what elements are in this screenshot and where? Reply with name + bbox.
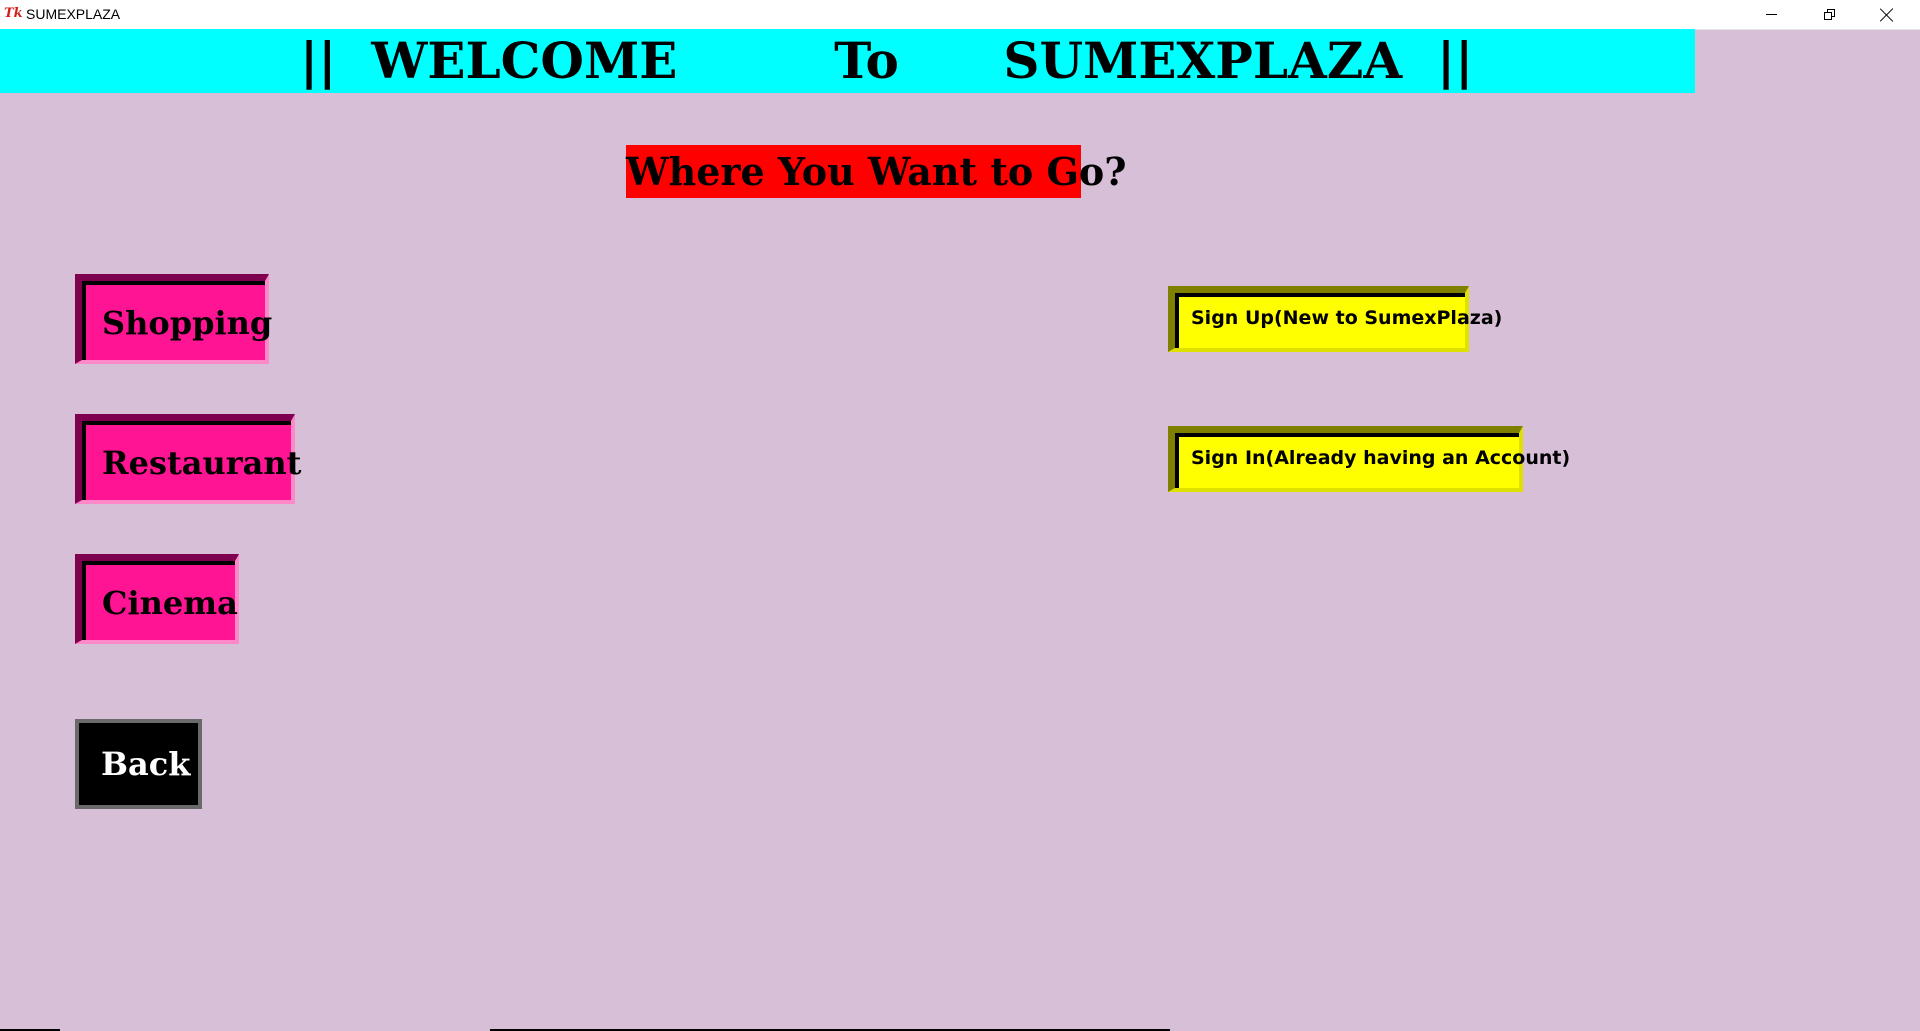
restore-icon [1823, 9, 1835, 20]
shopping-button[interactable]: Shopping [75, 274, 272, 364]
restaurant-button[interactable]: Restaurant [75, 414, 301, 504]
restore-button[interactable] [1800, 0, 1858, 29]
minimize-button[interactable] [1742, 0, 1800, 29]
close-button[interactable] [1858, 0, 1916, 29]
welcome-banner-text: || WELCOME To SUMEXPLAZA || [300, 31, 1474, 90]
window-titlebar: Tk SUMEXPLAZA [0, 0, 1920, 30]
sign-in-button[interactable]: Sign In(Already having an Account) [1168, 426, 1570, 492]
back-button[interactable]: Back [75, 719, 202, 809]
close-icon [1880, 8, 1894, 22]
welcome-banner: || WELCOME To SUMEXPLAZA || [0, 29, 1695, 93]
sign-up-button[interactable]: Sign Up(New to SumexPlaza) [1168, 286, 1502, 352]
minimize-icon [1765, 14, 1777, 15]
window-title: SUMEXPLAZA [26, 6, 121, 22]
cinema-button[interactable]: Cinema [75, 554, 239, 644]
question-heading: Where You Want to Go? [626, 145, 1127, 198]
tk-feather-icon: Tk [4, 6, 23, 21]
